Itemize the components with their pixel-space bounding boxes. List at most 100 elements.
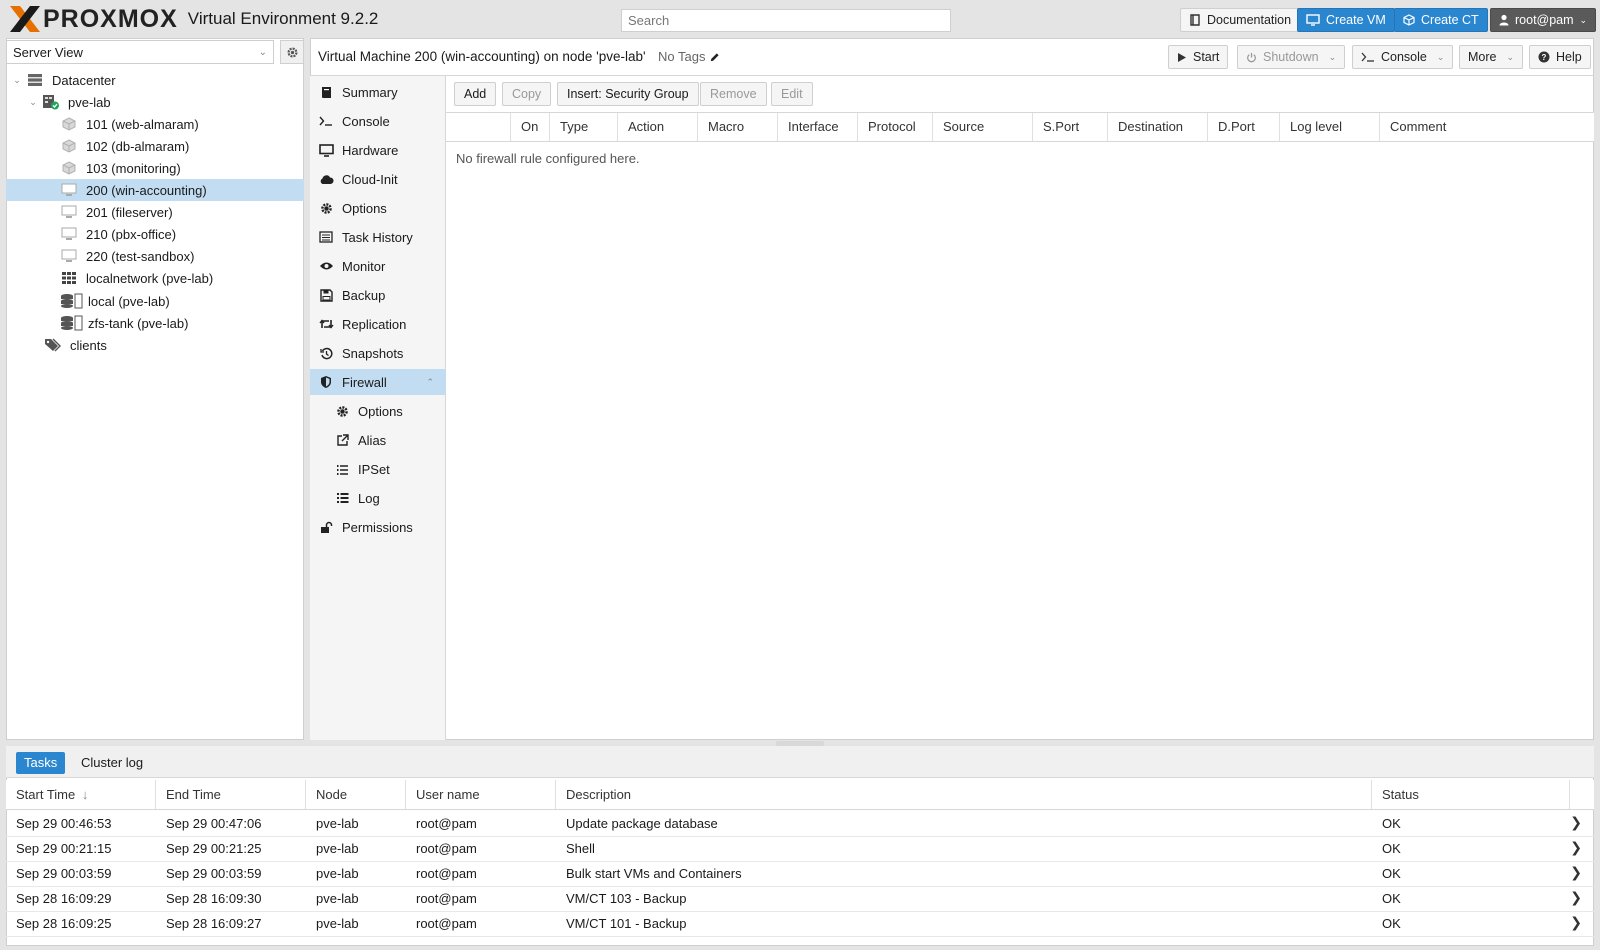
copy-rule-button[interactable]: Copy	[502, 82, 552, 106]
column-header-sport[interactable]: S.Port	[1033, 113, 1108, 141]
nav-options[interactable]: Options	[310, 195, 446, 221]
tree-item-vm-201[interactable]: 201 (fileserver)	[6, 201, 304, 223]
tree-item-ct-101[interactable]: 101 (web-almaram)	[6, 113, 304, 135]
collapse-icon[interactable]: ⌄	[12, 75, 22, 86]
tree-item-datacenter[interactable]: ⌄ Datacenter	[6, 69, 304, 91]
table-row[interactable]: Sep 28 16:09:25 Sep 28 16:09:27 pve-lab …	[6, 912, 1594, 937]
tab-tasks[interactable]: Tasks	[16, 752, 66, 774]
tree-item-storage-zfs[interactable]: zfs-tank (pve-lab)	[6, 312, 304, 334]
search-input[interactable]	[621, 9, 951, 32]
nav-console[interactable]: Console	[310, 108, 446, 134]
column-header-node[interactable]: Node	[306, 780, 406, 809]
nav-permissions[interactable]: Permissions	[310, 514, 446, 540]
add-rule-button[interactable]: Add	[454, 82, 497, 106]
insert-security-group-button[interactable]: Insert: Security Group	[557, 82, 699, 106]
documentation-button[interactable]: Documentation	[1180, 8, 1301, 32]
nav-firewall-options[interactable]: Options	[310, 398, 446, 424]
nav-cloud-init[interactable]: Cloud-Init	[310, 166, 446, 192]
column-header-interface[interactable]: Interface	[778, 113, 858, 141]
help-button[interactable]: ? Help	[1529, 45, 1591, 69]
tree-item-vm-210[interactable]: 210 (pbx-office)	[6, 223, 304, 245]
column-header-description[interactable]: Description	[556, 780, 1372, 809]
nav-replication[interactable]: Replication	[310, 311, 446, 337]
tree-item-tag-clients[interactable]: clients	[6, 334, 304, 356]
chevron-up-icon[interactable]: ⌃	[426, 377, 434, 388]
chevron-right-icon[interactable]: ❯	[1570, 839, 1582, 856]
column-header-protocol[interactable]: Protocol	[858, 113, 933, 141]
pencil-icon[interactable]	[709, 52, 720, 63]
task-grid-header: Start Time ↓ End Time Node User name Des…	[6, 780, 1594, 810]
container-icon	[60, 138, 78, 154]
nav-backup[interactable]: Backup	[310, 282, 446, 308]
external-link-icon	[334, 432, 350, 448]
desktop-icon	[318, 142, 334, 158]
tree-item-storage-local[interactable]: local (pve-lab)	[6, 290, 304, 312]
tree-item-ct-102[interactable]: 102 (db-almaram)	[6, 135, 304, 157]
view-selector[interactable]: Server View ⌄	[6, 40, 274, 64]
table-row[interactable]: Sep 28 16:09:29 Sep 28 16:09:30 pve-lab …	[6, 887, 1594, 912]
column-header-action[interactable]: Action	[618, 113, 698, 141]
floppy-icon	[318, 287, 334, 303]
console-button[interactable]: Console ⌄	[1352, 45, 1454, 69]
column-header-start-time[interactable]: Start Time ↓	[6, 780, 156, 809]
tree-settings-button[interactable]	[280, 40, 304, 64]
chevron-down-icon[interactable]: ⌄	[1437, 52, 1445, 63]
nav-summary[interactable]: Summary	[310, 79, 446, 105]
tab-cluster-log[interactable]: Cluster log	[73, 752, 151, 774]
datacenter-icon	[26, 72, 44, 88]
column-header-status[interactable]: Status	[1372, 780, 1570, 809]
user-icon	[1499, 14, 1509, 26]
table-row[interactable]: Sep 29 00:46:53 Sep 29 00:47:06 pve-lab …	[6, 812, 1594, 837]
chevron-down-icon: ⌄	[1506, 51, 1515, 62]
chevron-right-icon[interactable]: ❯	[1570, 814, 1582, 831]
column-header-comment[interactable]: Comment	[1380, 113, 1594, 141]
cloud-icon	[318, 171, 334, 187]
user-menu-button[interactable]: root@pam ⌄	[1490, 8, 1597, 32]
tree-item-vm-220[interactable]: 220 (test-sandbox)	[6, 245, 304, 267]
create-ct-button[interactable]: Create CT	[1394, 8, 1488, 32]
nav-firewall-ipset[interactable]: IPSet	[310, 456, 446, 482]
node-online-icon	[42, 94, 60, 110]
column-header-log-level[interactable]: Log level	[1280, 113, 1380, 141]
nav-snapshots[interactable]: Snapshots	[310, 340, 446, 366]
nav-hardware[interactable]: Hardware	[310, 137, 446, 163]
storage-icon	[60, 293, 84, 309]
header-divider	[310, 75, 1594, 76]
chevron-right-icon[interactable]: ❯	[1570, 889, 1582, 906]
chevron-down-icon[interactable]: ⌄	[1329, 52, 1337, 63]
gear-icon	[318, 200, 334, 216]
column-header-source[interactable]: Source	[933, 113, 1033, 141]
nav-firewall-log[interactable]: Log	[310, 485, 446, 511]
edit-rule-button[interactable]: Edit	[771, 82, 813, 106]
tree-item-vm-200[interactable]: 200 (win-accounting)	[6, 179, 304, 201]
more-button[interactable]: More ⌄	[1459, 45, 1524, 69]
terminal-icon	[318, 113, 334, 129]
nav-task-history[interactable]: Task History	[310, 224, 446, 250]
create-vm-button[interactable]: Create VM	[1297, 8, 1395, 32]
nav-firewall-alias[interactable]: Alias	[310, 427, 446, 453]
column-header-type[interactable]: Type	[550, 113, 618, 141]
column-header-dport[interactable]: D.Port	[1208, 113, 1280, 141]
table-row[interactable]: Sep 29 00:03:59 Sep 29 00:03:59 pve-lab …	[6, 862, 1594, 887]
column-header-macro[interactable]: Macro	[698, 113, 778, 141]
list-ol-icon	[334, 461, 350, 477]
gear-icon	[334, 403, 350, 419]
column-header-user-name[interactable]: User name	[406, 780, 556, 809]
column-header-destination[interactable]: Destination	[1108, 113, 1208, 141]
remove-rule-button[interactable]: Remove	[700, 82, 767, 106]
nav-firewall[interactable]: Firewall ⌃	[310, 369, 446, 395]
start-button[interactable]: Start	[1168, 45, 1229, 69]
shutdown-button[interactable]: Shutdown ⌄	[1237, 45, 1346, 69]
column-header-on[interactable]: On	[511, 113, 550, 141]
tree-item-sdn[interactable]: localnetwork (pve-lab)	[6, 267, 304, 289]
nav-monitor[interactable]: Monitor	[310, 253, 446, 279]
tags-editor[interactable]: No Tags	[658, 47, 720, 67]
collapse-icon[interactable]: ⌄	[28, 97, 38, 108]
table-row[interactable]: Sep 29 00:21:15 Sep 29 00:21:25 pve-lab …	[6, 837, 1594, 862]
column-header-end-time[interactable]: End Time	[156, 780, 306, 809]
chevron-right-icon[interactable]: ❯	[1570, 864, 1582, 881]
tree-item-node[interactable]: ⌄ pve-lab	[6, 91, 304, 113]
tree-item-ct-103[interactable]: 103 (monitoring)	[6, 157, 304, 179]
chevron-right-icon[interactable]: ❯	[1570, 914, 1582, 931]
proxmox-logo[interactable]: PROXMOX Virtual Environment 9.2.2	[8, 4, 378, 34]
